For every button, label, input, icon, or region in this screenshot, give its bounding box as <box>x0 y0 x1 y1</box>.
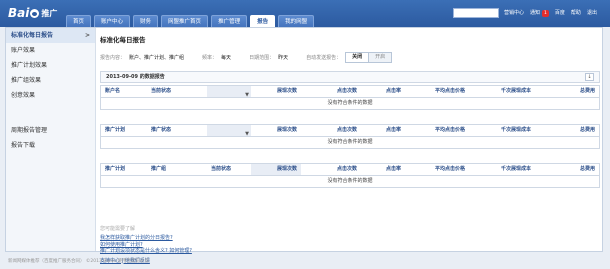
main-nav: 首页 账户中心 财务 网盟推广首页 推广管理 报告 我的网盟 <box>66 15 315 27</box>
nav-tab-account[interactable]: 账户中心 <box>94 15 131 27</box>
col-impressions-label: 展现次数 <box>276 166 297 172</box>
logo-text: Bai <box>8 6 30 20</box>
col-sort[interactable]: ▼ <box>207 125 251 137</box>
empty-message: 没有符合条件的数据 <box>327 139 373 145</box>
col-cost[interactable]: 总费用 <box>535 86 599 97</box>
baidu-logo[interactable]: Bai 推广 <box>8 4 57 22</box>
footer: 新闻网媒体推荐（百度推广服务合同） ©2013 Baidu 使用百度前必读 <box>8 259 150 264</box>
sidebar: 标准化每日报告 > 账户效果 推广计划效果 推广组效果 创意效果 周期报告管理 … <box>6 28 96 251</box>
col-plan-status[interactable]: 推广状态 <box>147 125 207 136</box>
col-cost[interactable]: 总费用 <box>535 125 599 136</box>
content-frame: 标准化每日报告 > 账户效果 推广计划效果 推广组效果 创意效果 周期报告管理 … <box>5 27 603 264</box>
sidebar-item-account-effect[interactable]: 账户效果 <box>6 43 95 58</box>
date-label: 日期范围： <box>249 55 275 61</box>
logout-link[interactable]: 退出 <box>587 8 597 18</box>
col-plan[interactable]: 推广计划 <box>101 125 147 136</box>
freq-value: 每天 <box>221 55 232 61</box>
col-avg-cpc[interactable]: 平均点击价格 <box>405 125 469 136</box>
col-impressions[interactable]: 展现次数 <box>251 125 301 136</box>
col-avg-cpc[interactable]: 平均点击价格 <box>405 164 469 175</box>
marketing-center-link[interactable]: 营销中心 <box>504 8 524 18</box>
sidebar-item-periodic-report[interactable]: 周期报告管理 <box>6 123 95 138</box>
help-link-plan-status[interactable]: 推广计划设项状态是什么含义? 如何管理? <box>100 248 192 255</box>
paw-icon <box>30 8 40 18</box>
col-group-status[interactable]: 当前状态 <box>207 164 251 175</box>
col-cpm[interactable]: 千次展现成本 <box>469 125 535 136</box>
group-table: 推广计划 推广组 当前状态 展现次数 点击次数 点击率 平均点击价格 千次展现成… <box>100 163 600 188</box>
notice-link[interactable]: 通知 1 <box>530 8 549 18</box>
nav-tab-finance[interactable]: 财务 <box>133 15 159 27</box>
col-avg-cpc[interactable]: 平均点击价格 <box>405 86 469 97</box>
toggle-on-option[interactable]: 开启 <box>369 53 392 62</box>
help-header: 您可能需要了解 <box>100 226 136 232</box>
col-clicks[interactable]: 点击次数 <box>301 86 361 97</box>
col-ctr[interactable]: 点击率 <box>361 86 405 97</box>
table-header: 推广计划 推广组 当前状态 展现次数 点击次数 点击率 平均点击价格 千次展现成… <box>101 164 599 176</box>
top-search-input[interactable] <box>453 8 499 18</box>
content-label: 报告内容： <box>100 55 126 61</box>
help-link[interactable]: 帮助 <box>571 8 581 18</box>
auto-send-toggle: 关闭 开启 <box>345 52 393 63</box>
notice-label: 通知 <box>530 10 541 16</box>
nav-tab-home[interactable]: 首页 <box>66 15 92 27</box>
col-cpm[interactable]: 千次展现成本 <box>469 164 535 175</box>
col-ctr[interactable]: 点击率 <box>361 125 405 136</box>
top-links: 营销中心 通知 1 百度 帮助 退出 <box>504 8 597 18</box>
col-clicks[interactable]: 点击次数 <box>301 164 361 175</box>
sidebar-item-creative-effect[interactable]: 创意效果 <box>6 88 95 103</box>
content-value: 账户、推广计划、推广组 <box>129 55 185 61</box>
sidebar-item-report-download[interactable]: 报告下载 <box>6 138 95 153</box>
report-date-bar: 2013-09-09 的数据报告 ↓ <box>100 71 600 83</box>
col-status[interactable]: 当前状态 <box>147 86 207 97</box>
freq-label: 频率： <box>202 55 218 61</box>
top-bar: Bai 推广 首页 账户中心 财务 网盟推广首页 推广管理 报告 我的网盟 营销… <box>0 0 610 27</box>
main-content: 标准化每日报告 报告内容： 账户、推广计划、推广组 频率： 每天 日期范围： 昨… <box>100 28 600 264</box>
logo-product: 推广 <box>41 8 58 18</box>
plan-table: 推广计划 推广状态 ▼ 展现次数 点击次数 点击率 平均点击价格 千次展现成本 … <box>100 124 600 149</box>
nav-tab-network-home[interactable]: 网盟推广首页 <box>161 15 209 27</box>
col-impressions[interactable]: 展现次数 <box>251 164 301 175</box>
empty-message: 没有符合条件的数据 <box>327 178 373 184</box>
report-date-label: 2013-09-09 的数据报告 <box>106 74 165 80</box>
col-impressions[interactable]: 展现次数 <box>251 86 301 97</box>
chevron-down-icon: ▼ <box>245 92 249 98</box>
sidebar-item-label: 标准化每日报告 <box>11 32 54 39</box>
auto-send-label: 自动发送报告： <box>306 55 342 61</box>
col-sort[interactable]: ▼ <box>207 86 251 98</box>
page-title: 标准化每日报告 <box>100 36 146 44</box>
col-account-name[interactable]: 账户名 <box>101 86 147 97</box>
date-value: 昨天 <box>278 55 289 61</box>
download-icon[interactable]: ↓ <box>585 73 594 81</box>
table-header: 账户名 当前状态 ▼ 展现次数 点击次数 点击率 平均点击价格 千次展现成本 总… <box>101 86 599 98</box>
account-table: 账户名 当前状态 ▼ 展现次数 点击次数 点击率 平均点击价格 千次展现成本 总… <box>100 85 600 110</box>
table-header: 推广计划 推广状态 ▼ 展现次数 点击次数 点击率 平均点击价格 千次展现成本 … <box>101 125 599 137</box>
notice-badge: 1 <box>542 10 549 17</box>
nav-tab-promo-manage[interactable]: 推广管理 <box>211 15 248 27</box>
col-clicks[interactable]: 点击次数 <box>301 125 361 136</box>
col-group[interactable]: 推广组 <box>147 164 207 175</box>
col-plan[interactable]: 推广计划 <box>101 164 147 175</box>
col-ctr[interactable]: 点击率 <box>361 164 405 175</box>
sidebar-item-plan-effect[interactable]: 推广计划效果 <box>6 58 95 73</box>
chevron-right-icon: > <box>84 32 90 39</box>
nav-tab-my-network[interactable]: 我的网盟 <box>278 15 315 27</box>
sidebar-item-standard-daily-report[interactable]: 标准化每日报告 > <box>6 28 95 43</box>
col-cpm[interactable]: 千次展现成本 <box>469 86 535 97</box>
nav-tab-report[interactable]: 报告 <box>250 15 276 27</box>
col-cost[interactable]: 总费用 <box>535 164 599 175</box>
sidebar-item-group-effect[interactable]: 推广组效果 <box>6 73 95 88</box>
chevron-down-icon: ▼ <box>245 131 249 137</box>
empty-message: 没有符合条件的数据 <box>327 100 373 106</box>
report-filters: 报告内容： 账户、推广计划、推广组 频率： 每天 日期范围： 昨天 自动发送报告… <box>100 52 393 63</box>
toggle-off-option[interactable]: 关闭 <box>346 53 370 62</box>
baidu-link[interactable]: 百度 <box>555 8 565 18</box>
